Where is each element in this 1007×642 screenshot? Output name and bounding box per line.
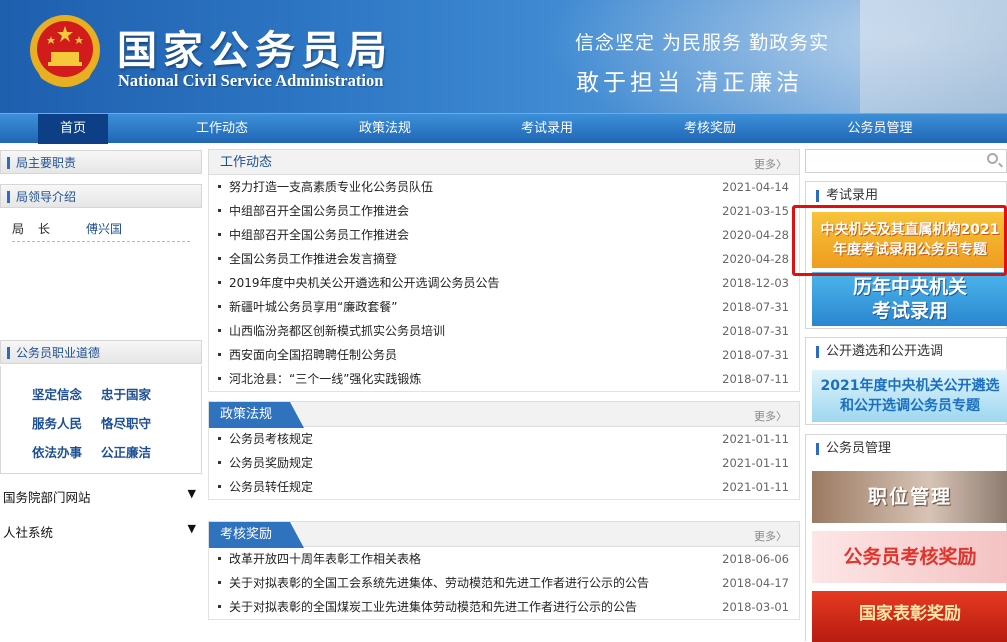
- ethic-item[interactable]: 依法办事: [32, 442, 82, 461]
- hr-system-label: 人社系统: [3, 525, 54, 540]
- nav-policy[interactable]: 政策法规: [345, 114, 425, 144]
- policy-list: 公务员考核规定 2021-01-11 公务员奖励规定 2021-01-11 公务员转…: [208, 427, 800, 500]
- list-item[interactable]: 西安面向全国招聘聘任制公务员 2018-07-31: [209, 343, 799, 367]
- news-section: 工作动态 更多〉 努力打造一支高素质专业化公务员队伍 2021-04-14 中组部…: [208, 149, 800, 392]
- policy-more-link[interactable]: 更多〉: [754, 408, 787, 424]
- list-item[interactable]: 中组部召开全国公务员工作推进会 2020-04-28: [209, 223, 799, 247]
- mgmt-section: 公务员管理 职位管理 公务员考核奖励 国家表彰奖励: [805, 434, 1007, 642]
- nav-exam[interactable]: 考试录用: [507, 114, 587, 144]
- dropdown-arrow-icon: ▼: [187, 522, 196, 535]
- gov-dept-sites-label: 国务院部门网站: [3, 490, 91, 505]
- gov-dept-sites-select[interactable]: 国务院部门网站 ▼: [0, 487, 202, 513]
- list-item[interactable]: 改革开放四十周年表彰工作相关表格 2018-06-06: [209, 547, 799, 571]
- assessment-rewards-banner[interactable]: 公务员考核奖励: [812, 531, 1007, 583]
- leader-name-link[interactable]: 傅兴国: [86, 220, 122, 237]
- site-header: 国家公务员局 National Civil Service Administra…: [0, 0, 1007, 113]
- search-icon[interactable]: [987, 153, 998, 164]
- ethic-item[interactable]: 服务人民: [32, 413, 82, 432]
- hr-system-select[interactable]: 人社系统 ▼: [0, 522, 202, 548]
- ethic-item[interactable]: 忠于国家: [101, 384, 151, 403]
- list-item[interactable]: 山西临汾尧都区创新模式抓实公务员培训 2018-07-31: [209, 319, 799, 343]
- leader-row: 局长 傅兴国: [12, 220, 190, 242]
- news-title[interactable]: 工作动态: [209, 150, 290, 176]
- duties-link[interactable]: 局主要职责: [0, 150, 202, 174]
- national-honors-banner[interactable]: 国家表彰奖励: [812, 591, 1007, 642]
- ethic-item[interactable]: 恪尽职守: [101, 413, 151, 432]
- search-input[interactable]: [805, 149, 1007, 173]
- leaders-header[interactable]: 局领导介绍: [0, 184, 202, 208]
- ethic-item[interactable]: 坚定信念: [32, 384, 82, 403]
- nav-rewards[interactable]: 考核奖励: [670, 114, 750, 144]
- select-section: 公开遴选和公开选调 2021年度中央机关公开遴选 和公开选调公务员专题: [805, 337, 1007, 425]
- list-item[interactable]: 关于对拟表彰的全国工会系统先进集体、劳动模范和先进工作者进行公示的公告 2018-…: [209, 571, 799, 595]
- list-item[interactable]: 新疆叶城公务员享用“廉政套餐” 2018-07-31: [209, 295, 799, 319]
- leader-title: 局长: [12, 222, 65, 236]
- select-header[interactable]: 公开遴选和公开选调: [806, 338, 1006, 366]
- nav-civil-servant-mgmt[interactable]: 公务员管理: [835, 114, 925, 144]
- select-2021-banner[interactable]: 2021年度中央机关公开遴选 和公开选调公务员专题: [812, 370, 1007, 422]
- rewards-list: 改革开放四十周年表彰工作相关表格 2018-06-06 关于对拟表彰的全国工会系统…: [208, 547, 800, 620]
- ethics-header[interactable]: 公务员职业道德: [0, 340, 202, 364]
- exam-history-banner[interactable]: 历年中央机关 考试录用: [812, 272, 1007, 326]
- position-mgmt-banner[interactable]: 职位管理: [812, 471, 1007, 523]
- nav-work-news[interactable]: 工作动态: [182, 114, 262, 144]
- highlight-box: [792, 205, 1007, 276]
- rewards-section: 考核奖励 更多〉 改革开放四十周年表彰工作相关表格 2018-06-06 关于对拟…: [208, 521, 800, 620]
- nav-home[interactable]: 首页: [38, 114, 108, 144]
- rewards-title[interactable]: 考核奖励: [209, 522, 305, 548]
- slogan-line2: 敢于担当 清正廉洁: [576, 70, 804, 96]
- leaders-section: 局领导介绍: [0, 184, 202, 208]
- duties-section: 局主要职责: [0, 150, 202, 174]
- list-item[interactable]: 公务员奖励规定 2021-01-11: [209, 451, 799, 475]
- list-item[interactable]: 2019年度中央机关公开遴选和公开选调公务员公告 2018-12-03: [209, 271, 799, 295]
- list-item[interactable]: 关于对拟表彰的全国煤炭工业先进集体劳动模范和先进工作者进行公示的公告 2018-0…: [209, 595, 799, 619]
- ethic-item[interactable]: 公正廉洁: [101, 442, 151, 461]
- dropdown-arrow-icon: ▼: [187, 487, 196, 500]
- policy-title[interactable]: 政策法规: [209, 402, 305, 428]
- list-item[interactable]: 全国公务员工作推进会发言摘登 2020-04-28: [209, 247, 799, 271]
- mgmt-header[interactable]: 公务员管理: [806, 435, 1006, 463]
- list-item[interactable]: 公务员转任规定 2021-01-11: [209, 475, 799, 499]
- header-photo: [860, 0, 1007, 113]
- list-item[interactable]: 努力打造一支高素质专业化公务员队伍 2021-04-14: [209, 175, 799, 199]
- national-emblem-icon: [30, 15, 100, 87]
- policy-section: 政策法规 更多〉 公务员考核规定 2021-01-11 公务员奖励规定 2021-0…: [208, 401, 800, 500]
- slogan-line1: 信念坚定 为民服务 勤政务实: [575, 32, 830, 54]
- main-nav: 首页 工作动态 政策法规 考试录用 考核奖励 公务员管理: [0, 113, 1007, 144]
- news-list: 努力打造一支高素质专业化公务员队伍 2021-04-14 中组部召开全国公务员工作…: [208, 175, 800, 392]
- rewards-more-link[interactable]: 更多〉: [754, 528, 787, 544]
- site-title: 国家公务员局: [117, 27, 393, 74]
- site-subtitle: National Civil Service Administration: [118, 71, 384, 90]
- news-more-link[interactable]: 更多〉: [754, 156, 787, 172]
- list-item[interactable]: 河北沧县：“三个一线”强化实践锻炼 2018-07-11: [209, 367, 799, 391]
- list-item[interactable]: 中组部召开全国公务员工作推进会 2021-03-15: [209, 199, 799, 223]
- ethics-section: 公务员职业道德: [0, 340, 202, 364]
- list-item[interactable]: 公务员考核规定 2021-01-11: [209, 427, 799, 451]
